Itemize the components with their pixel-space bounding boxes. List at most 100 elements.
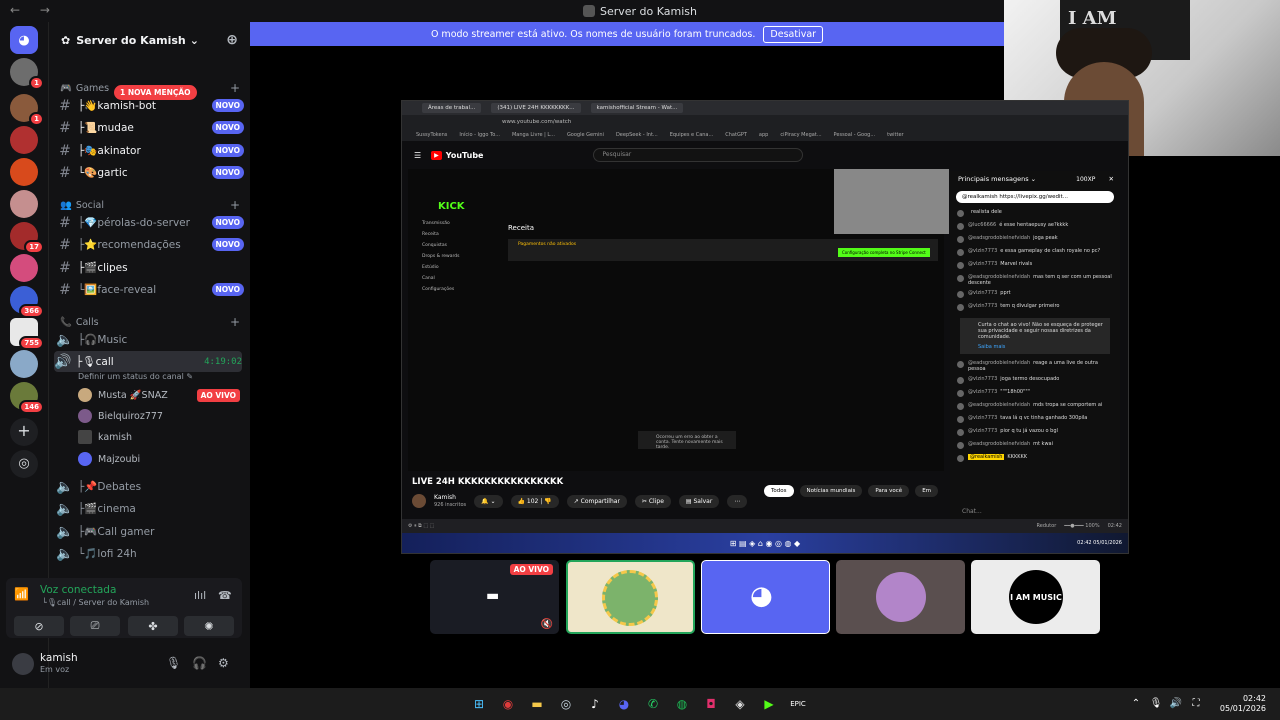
nav-arrows[interactable]: ← → <box>10 3 58 17</box>
browser-tab[interactable]: (341) LIVE 24H KKKKKKKK... <box>491 103 581 113</box>
tile-bielquiroz[interactable] <box>836 560 965 634</box>
voice-connected-subtitle[interactable]: └🎙call / Server do Kamish <box>42 598 149 607</box>
server-icon-6[interactable]: 17 <box>10 222 44 254</box>
channel-perolas-do-server[interactable]: # ├💎pérolas-do-server NOVO <box>56 212 244 233</box>
bookmark[interactable]: ciPiracy Megat... <box>780 132 821 138</box>
add-user-icon[interactable]: ⊕ <box>226 32 238 48</box>
chat-mode-select[interactable]: Principais mensagens ⌄ <box>958 175 1036 183</box>
tile-screen-share[interactable]: AO VIVO ▬ 🔇 <box>430 560 559 634</box>
bookmark[interactable]: DeepSeek - Int... <box>616 132 658 138</box>
server-icon-4[interactable] <box>10 158 38 186</box>
app-icon-2[interactable]: ◈ <box>732 696 748 712</box>
channel-clipes[interactable]: # ├🎬clipes <box>56 257 244 278</box>
learn-more-link[interactable]: Saiba mais <box>978 344 1104 350</box>
channel-kamish-bot[interactable]: # ├👋kamish-bot NOVO <box>56 95 244 116</box>
video-player[interactable]: KICK Transmissão Receita Conquistas Drop… <box>408 169 949 471</box>
microphone-icon[interactable]: 🎙 <box>166 656 181 670</box>
gear-icon[interactable]: ⚙ <box>218 656 229 670</box>
browser-tab[interactable]: kamishofficial Stream - Wat... <box>590 103 684 113</box>
guild-header[interactable]: ✿ Server do Kamish ⌄ ⊕ <box>49 22 250 58</box>
activities-button[interactable]: ✤ <box>128 616 178 636</box>
channel-avatar[interactable] <box>412 494 426 508</box>
server-icon-3[interactable] <box>10 126 38 154</box>
save-button[interactable]: ▤ Salvar <box>678 494 720 508</box>
voice-user[interactable]: kamish <box>78 428 240 446</box>
browser-tab[interactable]: Áreas de trabal... <box>422 103 482 113</box>
tiktok-icon[interactable]: ♪ <box>587 696 603 712</box>
voice-user[interactable]: Musta 🚀SNAZ AO VIVO <box>78 386 240 404</box>
server-icon-11[interactable]: 146 <box>10 382 44 414</box>
discover-icon[interactable]: ◎ <box>10 450 38 478</box>
voice-user[interactable]: Bielquiroz777 <box>78 407 240 425</box>
spotify-icon[interactable]: ◍ <box>674 696 690 712</box>
bookmark[interactable]: Google Gemini <box>567 132 604 138</box>
disable-button[interactable]: Desativar <box>763 25 824 43</box>
screen-share-button[interactable]: ⎚ <box>70 616 120 636</box>
bookmark[interactable]: SussyTokens <box>416 132 447 138</box>
steam-icon[interactable]: ◎ <box>558 696 574 712</box>
filter-chip[interactable]: Todos <box>764 485 794 497</box>
voice-channel-lofi[interactable]: 🔈 └🎵lofi 24h <box>56 543 244 564</box>
chat-input[interactable]: Chat... <box>956 505 1114 519</box>
network-icon[interactable]: ⛶ <box>1188 696 1204 712</box>
channel-info[interactable]: Kamish 926 inscritos <box>434 494 466 509</box>
channel-status[interactable]: Definir um status do canal ✎ <box>78 372 193 381</box>
youtube-logo[interactable]: ▶ <box>431 150 442 160</box>
avatar[interactable] <box>12 653 34 675</box>
tile-discord[interactable]: ◕ <box>701 560 830 634</box>
server-icon-7[interactable] <box>10 254 38 282</box>
filter-chip[interactable]: Em <box>915 485 939 497</box>
app-icon-1[interactable]: ◉ <box>500 696 516 712</box>
address-bar[interactable]: www.youtube.com/watch <box>402 115 1128 129</box>
like-button[interactable]: 👍 102 | 👎 <box>510 494 559 508</box>
channel-mudae[interactable]: # ├📜mudae NOVO <box>56 117 244 138</box>
voice-channel-call-gamer[interactable]: 🔈 ├🎮Call gamer <box>56 521 244 542</box>
server-icon-8[interactable]: 366 <box>10 286 44 318</box>
menu-icon[interactable]: ☰ <box>414 151 421 160</box>
speaker-icon[interactable]: 🔊 <box>1168 696 1184 712</box>
add-channel-icon[interactable]: + <box>230 198 240 212</box>
soundboard-button[interactable]: ✺ <box>184 616 234 636</box>
bookmark[interactable]: Equipes e Cana... <box>670 132 714 138</box>
channel-akinator[interactable]: # ├🎭akinator NOVO <box>56 140 244 161</box>
server-icon-1[interactable]: 1 <box>10 58 44 90</box>
stream-view[interactable]: Áreas de trabal... (341) LIVE 24H KKKKKK… <box>401 100 1129 554</box>
discord-icon[interactable]: ◕ <box>616 696 632 712</box>
category-calls[interactable]: 📞 Calls + <box>60 315 240 329</box>
add-channel-icon[interactable]: + <box>230 81 240 95</box>
channel-face-reveal[interactable]: # └🖼️face-reveal NOVO <box>56 279 244 300</box>
player-controls-icons[interactable]: ⚙ ⏸ ⧉ ⬚ ⬚ <box>408 523 434 529</box>
server-icon-2[interactable]: 1 <box>10 94 44 126</box>
bookmark[interactable]: Pessoal - Goog... <box>834 132 876 138</box>
server-icon-9[interactable]: 755 <box>10 318 44 350</box>
microphone-icon[interactable]: 🎙 <box>1148 696 1164 712</box>
pinned-message[interactable]: @realkamish https://livepix.gg/wedit... <box>956 191 1114 203</box>
bell-button[interactable]: 🔔 ⌄ <box>474 494 503 508</box>
bookmark[interactable]: ChatGPT <box>725 132 747 138</box>
voice-channel-music[interactable]: 🔈 ├🎧Music <box>56 329 244 350</box>
channel-recomendacoes[interactable]: # ├⭐recomendações NOVO <box>56 234 244 255</box>
voice-channel-cinema[interactable]: 🔈 ├🎬cinema <box>56 498 244 519</box>
server-icon-5[interactable] <box>10 190 38 218</box>
camera-off-button[interactable]: ⊘ <box>14 616 64 636</box>
add-server-icon[interactable]: + <box>10 418 38 446</box>
discord-home-icon[interactable]: ◕ <box>10 26 38 54</box>
share-button[interactable]: ↗ Compartilhar <box>566 494 627 508</box>
disconnect-icon[interactable]: ☎ <box>218 589 232 602</box>
headphones-icon[interactable]: 🎧 <box>192 656 207 670</box>
file-explorer-icon[interactable]: ▬ <box>529 696 545 712</box>
server-icon-10[interactable] <box>10 350 38 378</box>
bookmark[interactable]: app <box>759 132 768 138</box>
more-icon[interactable]: ⋯ <box>727 494 748 508</box>
tile-iammusic[interactable]: I AM MUSIC <box>971 560 1100 634</box>
close-icon[interactable]: ✕ <box>1109 175 1114 183</box>
tile-musta[interactable] <box>566 560 695 634</box>
app-icon-3[interactable]: ▶ <box>761 696 777 712</box>
add-channel-icon[interactable]: + <box>230 315 240 329</box>
bookmark[interactable]: Início - Iggo To... <box>459 132 500 138</box>
filter-chip[interactable]: Notícias mundiais <box>799 485 863 497</box>
instagram-icon[interactable]: ◘ <box>703 696 719 712</box>
search-input[interactable]: Pesquisar <box>593 148 804 162</box>
start-icon[interactable]: ⊞ <box>471 696 487 712</box>
voice-channel-call[interactable]: 🔊 ├🎙call 4:19:02 <box>54 351 242 372</box>
